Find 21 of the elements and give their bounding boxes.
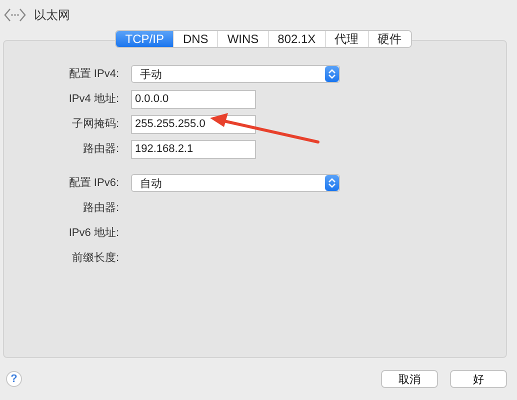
field-label: IPv6 地址: bbox=[68, 226, 119, 241]
field-label: IPv4 地址: bbox=[68, 92, 119, 107]
up-down-chevron-icon bbox=[328, 68, 336, 80]
help-button[interactable]: ? bbox=[6, 371, 22, 387]
dropdown[interactable]: 手动 bbox=[131, 65, 340, 83]
field-label: 配置 IPv6: bbox=[68, 176, 119, 191]
field-label: 路由器: bbox=[82, 201, 119, 216]
up-down-chevron-icon bbox=[328, 177, 336, 189]
field-label: 前缀长度: bbox=[70, 250, 119, 266]
input-field[interactable]: 192.168.2.1 bbox=[131, 140, 256, 158]
input-field[interactable]: 0.0.0.0 bbox=[131, 90, 256, 108]
network-icon bbox=[4, 8, 26, 22]
window-title: 以太网 bbox=[34, 6, 70, 24]
field-label: 配置 IPv4: bbox=[68, 67, 119, 82]
field-label: 路由器: bbox=[82, 142, 119, 157]
input-field[interactable]: 255.255.255.0 bbox=[131, 114, 256, 134]
ok-button[interactable]: 好 bbox=[450, 370, 507, 388]
dropdown[interactable]: 自动 bbox=[131, 174, 340, 192]
field-label: 子网掩码: bbox=[70, 117, 119, 132]
cancel-button[interactable]: 取消 bbox=[381, 370, 438, 388]
tab[interactable]: 硬件 bbox=[368, 31, 411, 47]
